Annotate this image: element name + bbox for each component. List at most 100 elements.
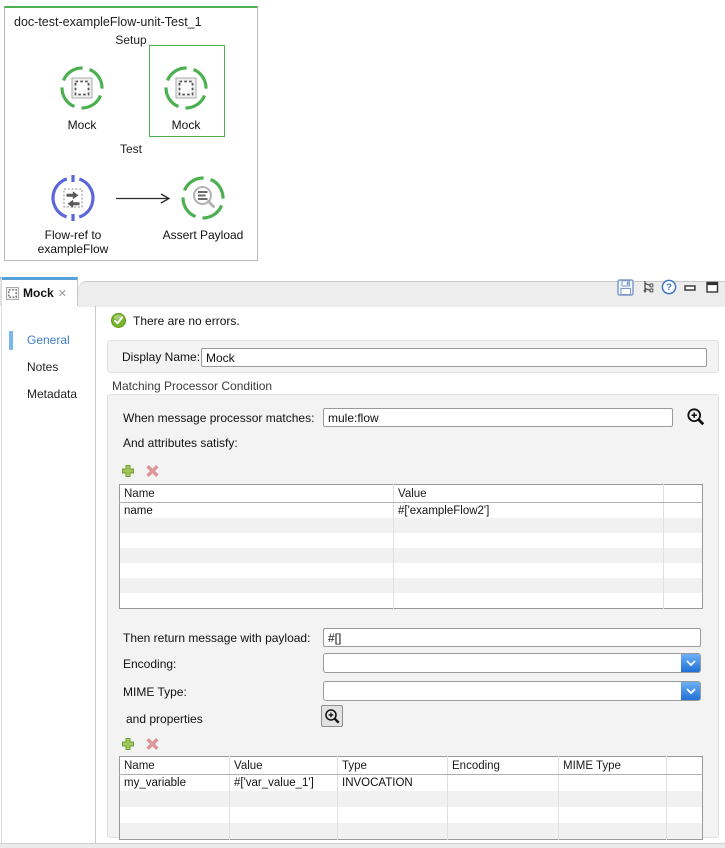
table-cell[interactable] [120,578,394,593]
minimize-icon[interactable] [684,281,697,299]
flow-canvas: doc-test-exampleFlow-unit-Test_1 Setup M… [4,6,258,261]
table-cell[interactable] [230,823,338,840]
column-header: Type [338,757,448,775]
table-cell[interactable] [559,791,667,807]
table-cell[interactable] [230,807,338,823]
table-cell[interactable] [664,578,703,593]
table-cell[interactable] [394,578,664,593]
table-cell[interactable] [120,791,230,807]
mock-icon [162,99,210,116]
table-cell[interactable] [667,775,703,792]
table-row[interactable] [120,578,703,593]
table-cell[interactable]: INVOCATION [338,775,448,792]
table-row[interactable]: name#['exampleFlow2'] [120,503,703,519]
sidebar-item-metadata[interactable]: Metadata [27,387,77,401]
table-cell[interactable] [667,807,703,823]
chevron-down-icon[interactable] [681,654,700,672]
display-name-input[interactable] [201,348,707,367]
table-cell[interactable] [667,823,703,840]
tab-close-icon[interactable]: ✕ [58,287,67,300]
table-cell[interactable] [338,807,448,823]
mock-node-1-label: Mock [42,118,122,132]
add-property-icon[interactable] [120,736,136,757]
processor-matches-input[interactable] [323,408,673,427]
table-cell[interactable] [559,807,667,823]
payload-input[interactable] [323,628,701,647]
table-cell[interactable] [448,775,559,792]
matching-condition-panel: When message processor matches: And attr… [107,394,719,838]
table-cell[interactable] [664,548,703,563]
tab-mock[interactable]: Mock ✕ [0,277,78,306]
flow-tree-icon[interactable] [640,279,656,300]
delete-property-icon[interactable] [145,737,160,756]
table-cell[interactable] [559,775,667,792]
table-cell[interactable] [448,791,559,807]
assert-payload-node[interactable] [179,174,227,222]
table-cell[interactable] [664,533,703,548]
table-cell[interactable] [394,533,664,548]
sidebar-item-general[interactable]: General [27,333,70,347]
mime-type-select[interactable] [323,681,701,701]
table-cell[interactable] [338,823,448,840]
table-cell[interactable] [664,503,703,519]
column-header: Name [120,757,230,775]
table-row[interactable] [120,518,703,533]
table-cell[interactable] [448,823,559,840]
table-cell[interactable]: #['exampleFlow2'] [394,503,664,519]
save-icon[interactable] [617,279,634,301]
add-attribute-icon[interactable] [120,463,136,484]
table-cell[interactable] [394,563,664,578]
maximize-icon[interactable] [706,280,719,298]
table-cell[interactable] [394,518,664,533]
column-header [664,485,703,503]
table-row[interactable] [120,593,703,609]
table-cell[interactable] [559,823,667,840]
table-cell[interactable] [120,823,230,840]
help-icon[interactable]: ? [661,279,677,300]
table-row[interactable] [120,807,703,823]
table-cell[interactable] [338,791,448,807]
table-row[interactable] [120,563,703,578]
flow-ref-node-label: Flow-ref to exampleFlow [25,228,121,256]
table-cell[interactable] [230,791,338,807]
processor-matches-label: When message processor matches: [123,411,314,425]
table-row[interactable] [120,548,703,563]
mock-node-2[interactable] [162,64,210,112]
table-cell[interactable]: my_variable [120,775,230,792]
mock-tab-icon [6,287,19,300]
table-row[interactable] [120,791,703,807]
table-cell[interactable] [120,548,394,563]
column-header [667,757,703,775]
table-cell[interactable] [664,563,703,578]
delete-attribute-icon[interactable] [145,464,160,483]
table-cell[interactable] [664,593,703,609]
table-cell[interactable] [667,791,703,807]
properties-table: NameValueTypeEncodingMIME Type my_variab… [119,756,703,840]
chevron-down-icon[interactable] [681,682,700,700]
table-cell[interactable] [120,533,394,548]
flow-ref-node[interactable] [49,174,97,222]
table-row[interactable] [120,533,703,548]
mock-node-2-label: Mock [146,118,226,132]
table-cell[interactable] [394,548,664,563]
table-cell[interactable] [448,807,559,823]
table-cell[interactable] [394,593,664,609]
table-row[interactable] [120,823,703,840]
table-cell[interactable] [120,593,394,609]
sidebar-item-notes[interactable]: Notes [27,360,58,374]
test-lane-label: Test [5,142,257,156]
table-cell[interactable]: #['var_value_1'] [230,775,338,792]
table-row[interactable]: my_variable#['var_value_1']INVOCATION [120,775,703,792]
table-cell[interactable] [664,518,703,533]
table-cell[interactable] [120,518,394,533]
mock-node-1[interactable] [58,64,106,112]
column-header: MIME Type [559,757,667,775]
encoding-select[interactable] [323,653,701,673]
table-cell[interactable] [120,563,394,578]
table-cell[interactable] [120,807,230,823]
expression-search-icon[interactable] [686,407,706,432]
table-cell[interactable]: name [120,503,394,519]
properties-search-button[interactable] [321,705,343,727]
display-name-label: Display Name: [122,350,200,364]
tab-label: Mock [23,286,54,300]
